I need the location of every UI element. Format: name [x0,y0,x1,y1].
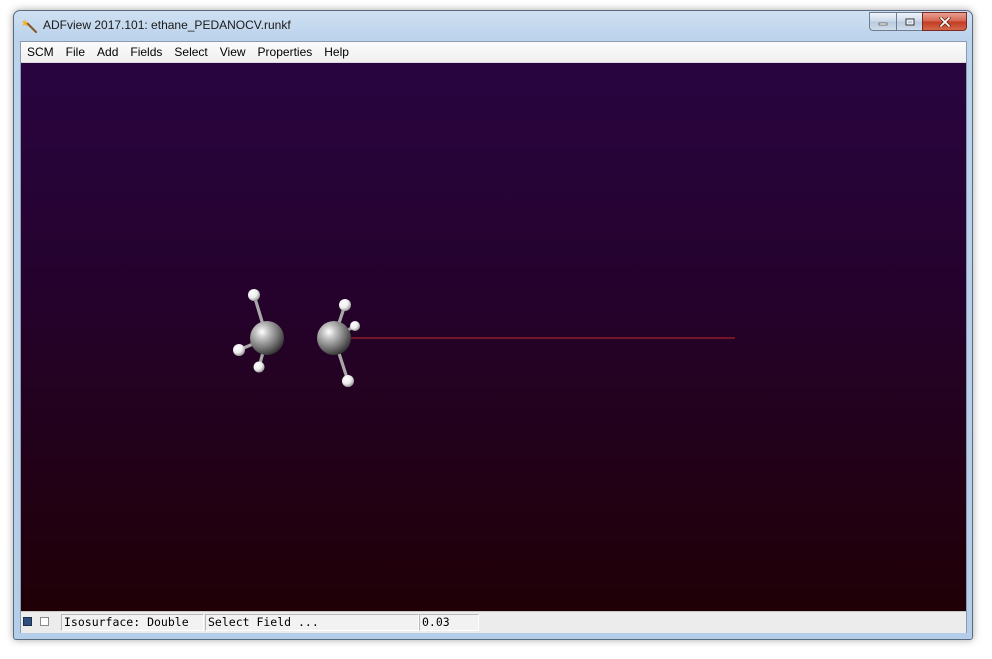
close-icon [938,16,951,27]
menu-item-file[interactable]: File [60,42,91,62]
hydrogen-atom[interactable] [253,361,265,373]
hydrogen-atom[interactable] [339,299,351,311]
hydrogen-atom[interactable] [233,344,245,356]
molecule-scene[interactable] [21,63,966,611]
menu-item-add[interactable]: Add [91,42,124,62]
menu-item-view[interactable]: View [214,42,252,62]
isovalue-input[interactable]: 0.03 [419,614,479,631]
status-bar: Isosurface: Double Select Field ... 0.03 [21,611,966,633]
carbon-atom[interactable] [317,321,351,355]
minimize-button[interactable] [869,12,896,31]
maximize-button[interactable] [896,12,922,31]
hydrogen-atom[interactable] [248,289,260,301]
window-controls [869,12,967,31]
close-button[interactable] [922,12,967,31]
menu-item-help[interactable]: Help [318,42,355,62]
menu-item-scm[interactable]: SCM [21,42,60,62]
minimize-icon [878,22,888,25]
hydrogen-atom[interactable] [342,375,354,387]
window-title: ADFview 2017.101: ethane_PEDANOCV.runkf [43,18,291,32]
menu-bar: SCM File Add Fields Select View Properti… [21,42,966,63]
menu-item-select[interactable]: Select [168,42,213,62]
isosurface-type-field[interactable]: Isosurface: Double [61,614,204,631]
application-window: ADFview 2017.101: ethane_PEDANOCV.runkf [13,10,973,640]
select-field-dropdown[interactable]: Select Field ... [205,614,419,631]
color-swatch[interactable] [23,617,32,626]
adfview-wand-icon [22,19,38,34]
menu-item-fields[interactable]: Fields [124,42,168,62]
carbon-atom[interactable] [250,321,284,355]
maximize-icon [905,18,914,25]
visibility-checkbox[interactable] [40,617,49,626]
client-area: SCM File Add Fields Select View Properti… [20,41,967,633]
title-bar[interactable]: ADFview 2017.101: ethane_PEDANOCV.runkf [14,11,972,41]
3d-viewport[interactable] [21,63,966,611]
hydrogen-atom[interactable] [350,321,360,331]
menu-item-properties[interactable]: Properties [252,42,319,62]
